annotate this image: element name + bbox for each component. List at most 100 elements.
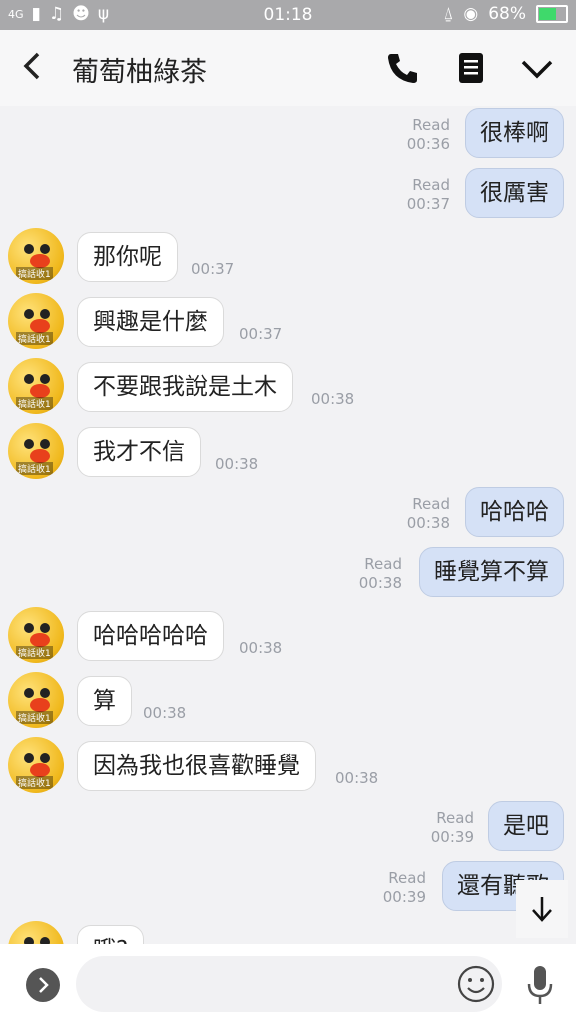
smiley-icon xyxy=(457,965,495,1003)
incoming-message[interactable]: 我才不信 xyxy=(77,427,201,477)
avatar[interactable]: 搞話收1 xyxy=(8,737,64,793)
read-label: Read xyxy=(364,555,402,573)
avatar-eye xyxy=(40,623,50,633)
avatar-eye xyxy=(40,439,50,449)
chevron-right-icon xyxy=(39,977,49,993)
avatar[interactable]: 搞話收1 xyxy=(8,423,64,479)
silent-icon: ⍙ xyxy=(443,4,454,24)
message-time: 00:38 xyxy=(143,704,187,722)
avatar-eye xyxy=(24,244,34,254)
avatar-eye xyxy=(40,309,50,319)
incoming-message[interactable]: 興趣是什麼 xyxy=(77,297,224,347)
message-time: 00:37 xyxy=(406,195,450,213)
message-time: 00:37 xyxy=(191,260,235,278)
message-meta: Read 00:38 xyxy=(359,555,402,593)
chevron-down-icon xyxy=(521,60,553,79)
avatar[interactable]: 搞話收1 xyxy=(8,358,64,414)
avatar-eye xyxy=(40,244,50,254)
avatar-tag: 搞話收1 xyxy=(16,776,53,789)
outgoing-message[interactable]: 是吧 xyxy=(488,801,564,851)
message-time: 00:39 xyxy=(382,888,426,906)
read-label: Read xyxy=(388,869,426,887)
phone-icon xyxy=(388,54,417,83)
message-meta: Read 00:39 xyxy=(431,809,474,847)
incoming-message[interactable]: 因為我也很喜歡睡覺 xyxy=(77,741,316,791)
avatar-eye xyxy=(24,937,34,944)
menu-button[interactable] xyxy=(519,50,555,86)
chevron-left-icon xyxy=(23,52,40,80)
expand-button[interactable] xyxy=(26,968,60,1002)
avatar-eye xyxy=(40,374,50,384)
chat-title: 葡萄柚綠茶 xyxy=(72,57,207,88)
incoming-message[interactable]: 哈哈哈哈哈 xyxy=(77,611,224,661)
message-time: 00:38 xyxy=(358,574,402,592)
message-time: 00:38 xyxy=(335,769,379,787)
emoji-button[interactable] xyxy=(456,964,496,1004)
message-time: 00:37 xyxy=(239,325,283,343)
message-meta: Read 00:38 xyxy=(407,495,450,533)
avatar-tag: 搞話收1 xyxy=(16,397,53,410)
status-right: ⍙ ◉ 68% xyxy=(443,4,568,24)
incoming-message[interactable]: 不要跟我說是土木 xyxy=(77,362,293,412)
avatar-tag: 搞話收1 xyxy=(16,462,53,475)
outgoing-message[interactable]: 哈哈哈 xyxy=(465,487,564,537)
avatar[interactable]: 搞話收1 xyxy=(8,293,64,349)
avatar-eye xyxy=(40,753,50,763)
read-label: Read xyxy=(412,495,450,513)
incoming-message[interactable]: 那你呢 xyxy=(77,232,178,282)
outgoing-message[interactable]: 很厲害 xyxy=(465,168,564,218)
battery-icon xyxy=(536,5,568,23)
microphone-icon xyxy=(527,966,553,1004)
avatar-eye xyxy=(24,309,34,319)
avatar[interactable]: 搞話收1 xyxy=(8,228,64,284)
avatar-eye xyxy=(24,688,34,698)
avatar[interactable] xyxy=(8,921,64,944)
avatar-beak xyxy=(30,254,50,268)
avatar-eye xyxy=(24,753,34,763)
message-time: 00:38 xyxy=(406,514,450,532)
avatar-eye xyxy=(40,688,50,698)
outgoing-message[interactable]: 很棒啊 xyxy=(465,108,564,158)
avatar[interactable]: 搞話收1 xyxy=(8,672,64,728)
message-time: 00:38 xyxy=(215,455,259,473)
message-time: 00:36 xyxy=(406,135,450,153)
eye-icon: ◉ xyxy=(463,4,479,24)
status-bar: 4G ▮ ♫ ☻ ψ 01:18 ⍙ ◉ 68% xyxy=(0,0,576,30)
notes-button[interactable] xyxy=(453,50,489,86)
avatar-beak xyxy=(30,763,50,777)
chat-messages[interactable]: Read 00:36 很棒啊 Read 00:37 很厲害 搞話收1 那你呢 0… xyxy=(0,106,576,944)
message-meta: Read 00:39 xyxy=(383,869,426,907)
message-time: 00:39 xyxy=(430,828,474,846)
incoming-message[interactable]: 算 xyxy=(77,676,132,726)
avatar-eye xyxy=(40,937,50,944)
message-meta: Read 00:37 xyxy=(407,176,450,214)
microphone-button[interactable] xyxy=(522,962,558,1010)
read-label: Read xyxy=(412,116,450,134)
incoming-message[interactable]: 哦? xyxy=(77,925,145,944)
back-button[interactable] xyxy=(18,48,46,92)
message-time: 00:38 xyxy=(239,639,283,657)
message-input[interactable] xyxy=(76,956,502,1012)
avatar-beak xyxy=(30,698,50,712)
scroll-down-button[interactable] xyxy=(516,880,568,938)
avatar-tag: 搞話收1 xyxy=(16,711,53,724)
avatar-beak xyxy=(30,319,50,333)
message-input-bar xyxy=(0,944,576,1024)
battery-percent: 68% xyxy=(488,4,526,24)
avatar-tag: 搞話收1 xyxy=(16,646,53,659)
arrow-down-icon xyxy=(532,897,552,922)
notes-icon xyxy=(459,53,483,83)
message-meta: Read 00:36 xyxy=(407,116,450,154)
avatar-eye xyxy=(24,374,34,384)
avatar-beak xyxy=(30,384,50,398)
outgoing-message[interactable]: 睡覺算不算 xyxy=(419,547,564,597)
call-button[interactable] xyxy=(385,50,421,86)
message-time: 00:38 xyxy=(311,390,355,408)
avatar-beak xyxy=(30,633,50,647)
avatar-tag: 搞話收1 xyxy=(16,332,53,345)
avatar-eye xyxy=(24,439,34,449)
read-label: Read xyxy=(436,809,474,827)
avatar-beak xyxy=(30,449,50,463)
avatar[interactable]: 搞話收1 xyxy=(8,607,64,663)
read-label: Read xyxy=(412,176,450,194)
